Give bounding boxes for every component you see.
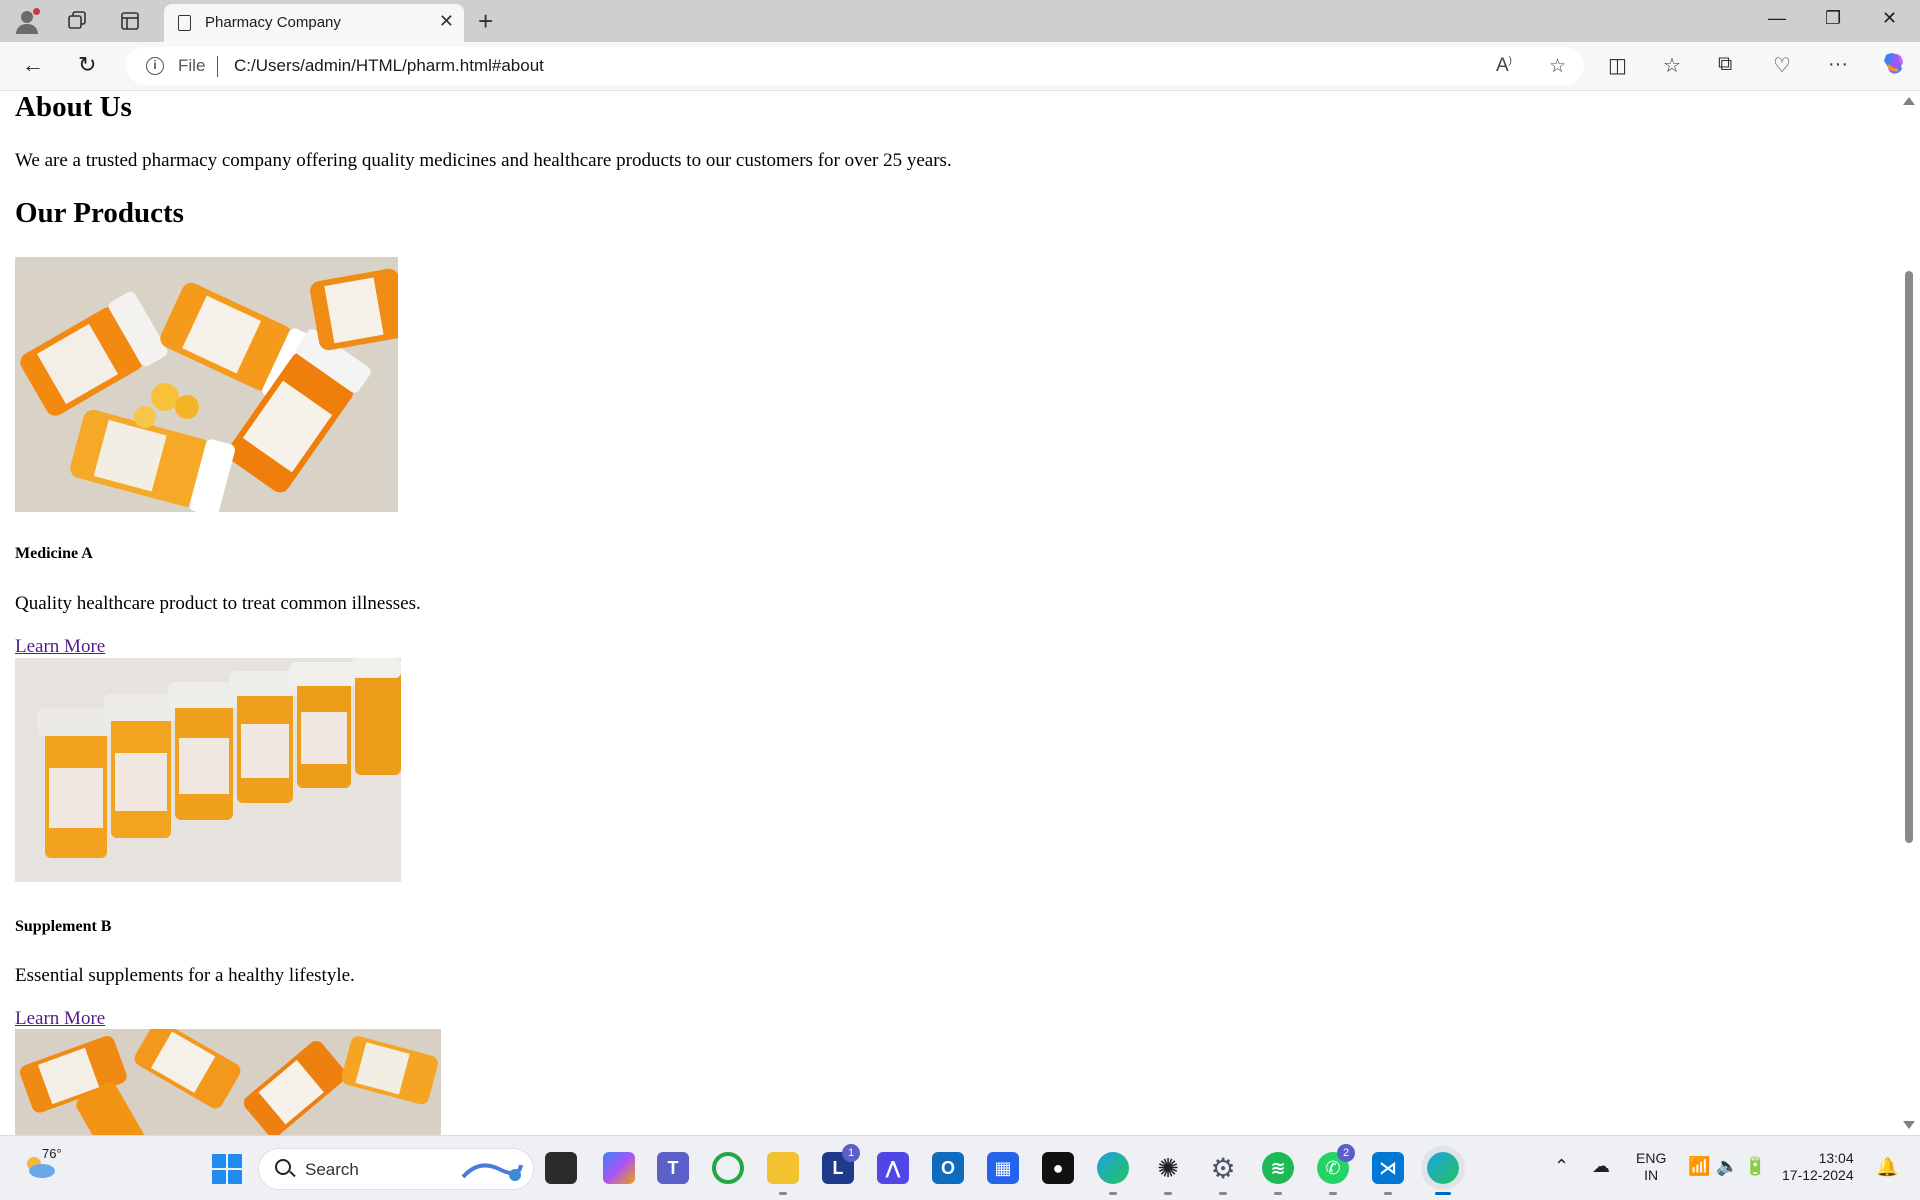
about-text: We are a trusted pharmacy company offeri… (15, 150, 952, 171)
clock[interactable]: 13:04 17-12-2024 (1782, 1150, 1854, 1184)
weather-temp: 76° (42, 1146, 62, 1161)
active-indicator (1435, 1192, 1451, 1195)
collections-icon[interactable]: ⧉ (1718, 53, 1732, 76)
minimize-icon[interactable]: — (1768, 8, 1786, 29)
info-icon[interactable]: i (146, 57, 164, 75)
restore-icon[interactable]: ❐ (1825, 8, 1841, 29)
more-menu-icon[interactable]: ··· (1828, 53, 1848, 76)
tab-actions-icon[interactable] (117, 8, 143, 34)
vertical-scrollbar[interactable] (1898, 91, 1920, 1135)
address-scheme: File (178, 56, 206, 75)
running-indicator (779, 1192, 787, 1195)
settings-gear-icon[interactable]: ⚙ (1207, 1152, 1239, 1184)
running-indicator (1329, 1192, 1337, 1195)
products-heading: Our Products (15, 197, 184, 229)
page-viewport: About Us We are a trusted pharmacy compa… (0, 91, 1920, 1135)
scroll-down-icon[interactable] (1903, 1121, 1915, 1129)
new-tab-icon[interactable]: + (478, 6, 493, 37)
product-desc-medicine-a: Quality healthcare product to treat comm… (15, 593, 421, 614)
browser-titlebar: Pharmacy Company ✕ + — ❐ ✕ (0, 0, 1920, 42)
copilot-app-icon[interactable] (603, 1152, 635, 1184)
clock-time: 13:04 (1818, 1150, 1854, 1166)
onedrive-cloud-icon[interactable]: ☁ (1592, 1156, 1610, 1177)
search-icon (275, 1159, 291, 1175)
search-highlight-icon (461, 1163, 523, 1181)
battery-icon[interactable]: 🔋 (1744, 1156, 1766, 1177)
vector-app-icon[interactable]: ⋀ (877, 1152, 909, 1184)
edge-active-icon[interactable] (1421, 1146, 1465, 1190)
store-icon[interactable]: ▦ (987, 1152, 1019, 1184)
taskbar-search[interactable]: Search (258, 1148, 534, 1190)
address-bar[interactable]: i File C:/Users/admin/HTML/pharm.html#ab… (126, 47, 1584, 85)
learn-more-link-supplement-b[interactable]: Learn More (15, 1008, 105, 1030)
wifi-icon[interactable]: 📶 (1688, 1156, 1710, 1177)
back-icon[interactable]: ← (22, 52, 44, 78)
teams-icon[interactable]: T (657, 1152, 689, 1184)
start-windows-icon[interactable] (212, 1154, 242, 1184)
vscode-icon[interactable]: ⋊ (1372, 1152, 1404, 1184)
volume-icon[interactable]: 🔈 (1716, 1156, 1738, 1177)
file-explorer-icon[interactable] (767, 1152, 799, 1184)
show-hidden-icons-chevron-icon[interactable]: ⌃ (1554, 1156, 1569, 1177)
scroll-up-icon[interactable] (1903, 97, 1915, 105)
chatgpt-icon[interactable]: ✺ (1152, 1152, 1184, 1184)
address-separator (217, 56, 218, 77)
sync-app-icon[interactable] (712, 1152, 744, 1184)
product-3-image (15, 1029, 441, 1135)
tab-title: Pharmacy Company (205, 14, 341, 31)
tab-pharmacy-company[interactable]: Pharmacy Company ✕ (164, 4, 464, 42)
l-app-badge: 1 (842, 1144, 860, 1162)
running-indicator (1219, 1192, 1227, 1195)
copilot-icon[interactable] (1880, 51, 1906, 83)
clock-date: 17-12-2024 (1782, 1167, 1854, 1183)
running-indicator (1109, 1192, 1117, 1195)
product-name-medicine-a: Medicine A (15, 545, 93, 562)
edge-icon[interactable] (1097, 1152, 1129, 1184)
about-heading: About Us (15, 91, 132, 123)
close-tab-icon[interactable]: ✕ (439, 11, 454, 32)
product-name-supplement-b: Supplement B (15, 918, 112, 935)
supplement-b-image (15, 658, 401, 882)
learn-more-link-medicine-a[interactable]: Learn More (15, 636, 105, 658)
url-text[interactable]: C:/Users/admin/HTML/pharm.html#about (234, 56, 544, 76)
spotify-icon[interactable]: ≋ (1262, 1152, 1294, 1184)
outlook-icon[interactable]: O (932, 1152, 964, 1184)
close-window-icon[interactable]: ✕ (1882, 8, 1897, 29)
lang-line1: ENG (1636, 1150, 1667, 1166)
profile-icon[interactable] (14, 8, 40, 34)
favorite-star-icon[interactable]: ☆ (1549, 55, 1566, 78)
split-screen-icon[interactable]: ◫ (1608, 53, 1627, 78)
favorites-icon[interactable]: ☆ (1663, 53, 1681, 78)
running-indicator (1164, 1192, 1172, 1195)
browser-essentials-icon[interactable]: ♡ (1773, 53, 1791, 78)
running-indicator (1384, 1192, 1392, 1195)
page-icon (178, 15, 191, 31)
whatsapp-badge: 2 (1337, 1144, 1355, 1162)
lang-line2: IN (1644, 1167, 1659, 1183)
workspaces-icon[interactable] (64, 8, 90, 34)
refresh-icon[interactable]: ↻ (78, 52, 96, 78)
windows-taskbar: 76° Search T L 1 ⋀ O ▦ ● ✺ ⚙ ≋ ✆ 2 ⋊ ⌃ ☁… (0, 1135, 1920, 1200)
running-indicator (1274, 1192, 1282, 1195)
github-icon[interactable]: ● (1042, 1152, 1074, 1184)
medicine-a-image (15, 257, 398, 512)
notification-bell-icon[interactable]: 🔔 (1876, 1157, 1898, 1178)
scrollbar-thumb[interactable] (1905, 271, 1913, 843)
language-indicator[interactable]: ENG IN (1636, 1150, 1666, 1184)
product-desc-supplement-b: Essential supplements for a healthy life… (15, 965, 355, 986)
search-label: Search (305, 1160, 359, 1179)
read-aloud-icon[interactable]: A) (1496, 55, 1512, 77)
browser-toolbar: ← ↻ i File C:/Users/admin/HTML/pharm.htm… (0, 42, 1920, 91)
task-view-icon[interactable] (545, 1152, 577, 1184)
